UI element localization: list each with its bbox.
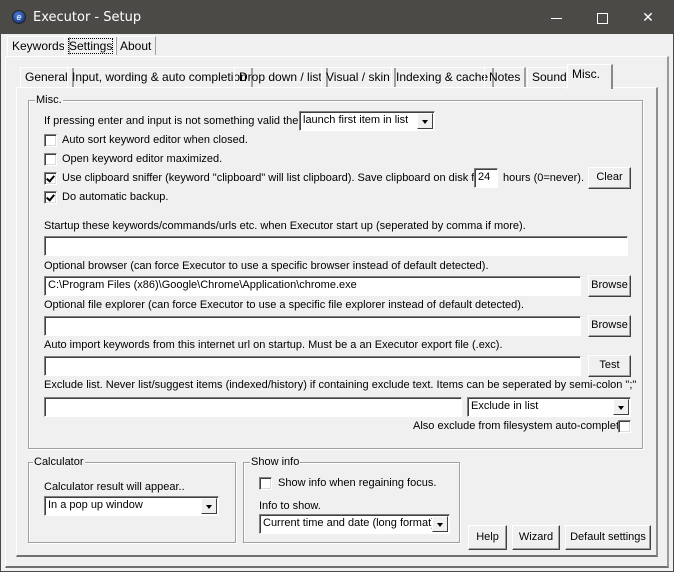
calculator-result-select[interactable]: In a pop up window: [44, 496, 219, 516]
test-button[interactable]: Test: [588, 355, 631, 377]
chevron-down-icon[interactable]: [613, 399, 629, 415]
exclude-mode-select[interactable]: Exclude in list: [467, 397, 631, 417]
browse-browser-button[interactable]: Browse: [588, 275, 631, 297]
show-info-group-legend: Show info: [250, 456, 301, 468]
enter-invalid-value: launch first item in list: [303, 114, 409, 126]
auto-sort-label: Auto sort keyword editor when closed.: [62, 134, 248, 146]
calculator-result-value: In a pop up window: [48, 499, 143, 511]
info-to-show-value: Current time and date (long format): [263, 517, 435, 529]
tab-input-wording[interactable]: Input, wording & auto completion: [67, 67, 253, 88]
startup-label: Startup these keywords/commands/urls etc…: [44, 220, 526, 232]
tab-drop-down-list[interactable]: Drop down / list: [234, 67, 328, 88]
auto-backup-label: Do automatic backup.: [62, 191, 169, 203]
tab-visual-skin[interactable]: Visual / skin: [321, 67, 396, 88]
exclude-filesystem-checkbox[interactable]: [618, 420, 631, 433]
browse-explorer-button[interactable]: Browse: [588, 315, 631, 337]
default-settings-button[interactable]: Default settings: [565, 525, 651, 550]
calculator-group-legend: Calculator: [33, 456, 85, 468]
info-to-show-select[interactable]: Current time and date (long format): [259, 514, 450, 534]
chevron-down-icon[interactable]: [201, 498, 217, 514]
minimize-button[interactable]: [533, 1, 579, 34]
enter-invalid-select[interactable]: launch first item in list: [299, 111, 435, 131]
explorer-label: Optional file explorer (can force Execut…: [44, 299, 524, 311]
import-url-label: Auto import keywords from this internet …: [44, 339, 503, 351]
tab-about[interactable]: About: [115, 36, 157, 55]
help-button[interactable]: Help: [468, 525, 507, 550]
tab-keywords[interactable]: Keywords: [7, 36, 70, 55]
tab-misc[interactable]: Misc.: [567, 64, 613, 89]
minimize-icon: [550, 17, 562, 19]
wizard-button[interactable]: Wizard: [512, 525, 560, 550]
show-info-focus-checkbox[interactable]: [259, 477, 272, 490]
exclude-input[interactable]: [44, 397, 462, 417]
auto-backup-checkbox[interactable]: [44, 191, 57, 204]
chevron-down-icon[interactable]: [417, 113, 433, 129]
maximize-icon: [596, 12, 608, 24]
import-url-input[interactable]: [44, 356, 581, 376]
exclude-label: Exclude list. Never list/suggest items (…: [44, 379, 637, 391]
executor-logo-icon: e: [12, 10, 26, 24]
tab-indexing-cache[interactable]: Indexing & cache: [391, 67, 495, 88]
close-icon: ✕: [642, 9, 654, 25]
calculator-result-label: Calculator result will appear..: [44, 481, 185, 493]
chevron-down-icon[interactable]: [432, 516, 448, 532]
clipboard-sniffer-label: Use clipboard sniffer (keyword "clipboar…: [62, 172, 485, 184]
exclude-mode-value: Exclude in list: [471, 400, 539, 412]
tab-sound[interactable]: Sound: [527, 67, 573, 88]
info-to-show-label: Info to show.: [259, 500, 321, 512]
open-maximized-checkbox[interactable]: [44, 153, 57, 166]
maximize-button[interactable]: [579, 1, 625, 34]
tab-general[interactable]: General: [20, 67, 74, 88]
clipboard-hours-suffix: hours (0=never).: [503, 172, 585, 184]
misc-group-legend: Misc.: [35, 94, 63, 106]
browser-input[interactable]: C:\Program Files (x86)\Google\Chrome\App…: [44, 276, 581, 296]
enter-invalid-label: If pressing enter and input is not somet…: [44, 115, 305, 127]
clear-button[interactable]: Clear: [588, 167, 631, 189]
title-bar: e Executor - Setup ✕: [1, 1, 673, 34]
explorer-input[interactable]: [44, 316, 581, 336]
tab-settings[interactable]: Settings: [64, 36, 118, 55]
tab-notes[interactable]: Notes: [484, 67, 527, 88]
close-button[interactable]: ✕: [625, 1, 671, 34]
clipboard-hours-input[interactable]: 24: [474, 168, 498, 188]
exclude-filesystem-label: Also exclude from filesystem auto-comple…: [413, 420, 626, 432]
browser-label: Optional browser (can force Executor to …: [44, 260, 489, 272]
open-maximized-label: Open keyword editor maximized.: [62, 153, 223, 165]
window-title: Executor - Setup: [33, 10, 142, 25]
auto-sort-checkbox[interactable]: [44, 134, 57, 147]
setup-window: e Executor - Setup ✕ Keywords Settings A…: [0, 0, 674, 572]
startup-input[interactable]: [44, 236, 628, 256]
show-info-focus-label: Show info when regaining focus.: [278, 477, 437, 489]
clipboard-sniffer-checkbox[interactable]: [44, 172, 57, 185]
